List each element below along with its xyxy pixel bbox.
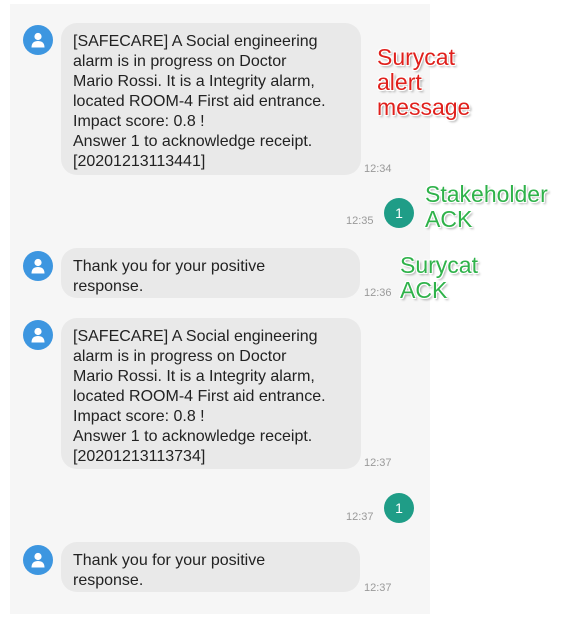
message-timestamp: 12:36: [364, 287, 392, 299]
message-timestamp: 12:35: [346, 215, 374, 227]
person-icon: [31, 327, 45, 343]
message-timestamp: 12:37: [364, 457, 392, 469]
contact-avatar[interactable]: [23, 320, 53, 350]
incoming-message-bubble[interactable]: [SAFECARE] A Social engineering alarm is…: [61, 23, 361, 175]
message-text: [SAFECARE] A Social engineering alarm is…: [73, 328, 326, 465]
message-text: Thank you for your positive response.: [73, 258, 266, 295]
outgoing-reply-badge[interactable]: 1: [384, 198, 414, 228]
contact-avatar[interactable]: [23, 25, 53, 55]
message-timestamp: 12:37: [364, 582, 392, 594]
incoming-message-bubble[interactable]: Thank you for your positive response.: [61, 248, 360, 298]
annotation-surycat-ack: Surycat ACK: [400, 252, 478, 303]
annotation-stakeholder-ack: Stakeholder ACK: [425, 181, 548, 232]
person-icon: [31, 552, 45, 568]
outgoing-reply-badge[interactable]: 1: [384, 493, 414, 523]
message-timestamp: 12:34: [364, 163, 392, 175]
contact-avatar[interactable]: [23, 545, 53, 575]
person-icon: [31, 258, 45, 274]
message-text: Thank you for your positive response.: [73, 552, 266, 589]
message-timestamp: 12:37: [346, 511, 374, 523]
incoming-message-bubble[interactable]: Thank you for your positive response.: [61, 542, 360, 592]
message-text: [SAFECARE] A Social engineering alarm is…: [73, 33, 326, 170]
contact-avatar[interactable]: [23, 251, 53, 281]
incoming-message-bubble[interactable]: [SAFECARE] A Social engineering alarm is…: [61, 318, 361, 469]
annotation-surycat-alert-message: Surycat alert message: [377, 44, 471, 120]
person-icon: [31, 32, 45, 48]
